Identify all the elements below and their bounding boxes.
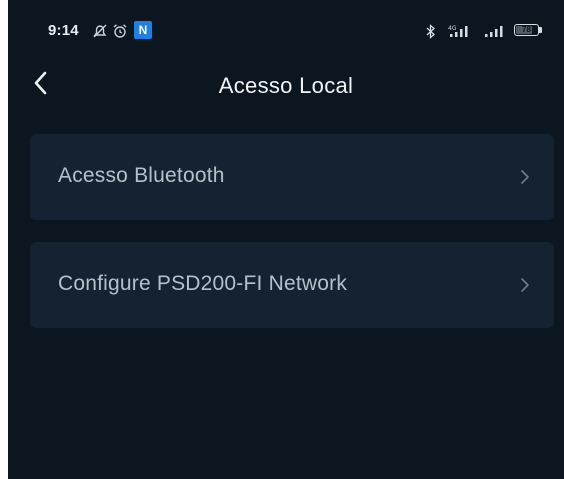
status-time: 9:14 <box>48 22 79 39</box>
bluetooth-icon <box>426 24 435 39</box>
screen: 9:14 N 4G 78 Acesso Local Acesso Bluetoo… <box>8 0 564 479</box>
page-title: Acesso Local <box>218 73 354 98</box>
chevron-right-icon <box>521 278 529 292</box>
battery-level: 78 <box>522 25 531 34</box>
status-bar: 9:14 N 4G 78 <box>8 0 564 60</box>
list-item-configure-network[interactable]: Configure PSD200-FI Network <box>30 242 554 328</box>
alarm-off-icon <box>93 24 107 38</box>
list-item-bluetooth-access[interactable]: Acesso Bluetooth <box>30 134 554 220</box>
chevron-right-icon <box>521 170 529 184</box>
signal-icon <box>485 26 503 37</box>
item-label: Configure PSD200-FI Network <box>58 272 348 295</box>
signal-4g-icon: 4G <box>448 25 468 37</box>
nav-header: Acesso Local <box>8 60 564 110</box>
battery-icon: 78 <box>514 24 544 38</box>
n-badge-icon: N <box>134 21 152 39</box>
svg-text:4G: 4G <box>448 25 457 32</box>
item-label: Acesso Bluetooth <box>58 164 225 187</box>
alarm-clock-icon <box>113 24 127 38</box>
